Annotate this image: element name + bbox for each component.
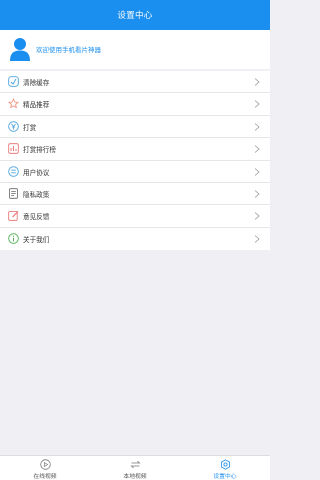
agreement-icon: [8, 165, 19, 177]
chevron-right-icon: [254, 100, 260, 109]
menu-item-clear-cache[interactable]: 清除缓存: [0, 71, 270, 94]
play-icon: [39, 459, 51, 470]
menu-item-agreement[interactable]: 用户协议: [0, 161, 270, 183]
feedback-icon: [8, 211, 19, 222]
swap-icon: [129, 460, 141, 469]
menu-item-recommend[interactable]: 精品推荐: [0, 93, 270, 116]
chevron-right-icon: [254, 234, 260, 243]
welcome-text: 欢迎使用手机看片神器: [36, 46, 101, 54]
recommend-icon: [8, 98, 19, 109]
menu-item-label: 精品推荐: [23, 101, 50, 110]
page-title: 设置中心: [117, 11, 153, 21]
reward-icon: [8, 121, 19, 132]
privacy-icon: [9, 188, 18, 199]
chevron-right-icon: [254, 190, 260, 198]
menu-item-label: 关于我们: [23, 235, 50, 244]
menu-item-label: 打赏: [23, 123, 37, 132]
chevron-right-icon: [254, 167, 260, 176]
profile-card[interactable]: 欢迎使用手机看片神器: [0, 30, 270, 69]
tab-label: 设置中心: [213, 474, 237, 480]
bottom-tab-bar: 在线视频 本地视频 设置中心: [0, 455, 270, 480]
menu-item-label: 意见反馈: [23, 213, 50, 222]
menu-item-privacy[interactable]: 隐私政策: [0, 183, 270, 206]
tab-settings[interactable]: 设置中心: [180, 456, 270, 480]
tab-local-video[interactable]: 本地视频: [90, 456, 180, 480]
menu-item-label: 用户协议: [23, 168, 50, 177]
tab-label: 本地视频: [123, 474, 147, 480]
menu-item-label: 隐私政策: [23, 190, 50, 199]
header-bar: 设置中心: [0, 0, 270, 30]
chevron-right-icon: [254, 212, 260, 221]
menu-item-feedback[interactable]: 意见反馈: [0, 205, 270, 228]
menu-item-label: 打赏排行榜: [23, 146, 56, 155]
ranking-icon: [8, 143, 19, 154]
tab-label: 在线视频: [33, 474, 57, 480]
menu-item-label: 清除缓存: [23, 79, 50, 87]
avatar-icon: [10, 38, 30, 61]
chevron-right-icon: [254, 78, 260, 86]
menu-item-ranking[interactable]: 打赏排行榜: [0, 138, 270, 161]
chevron-right-icon: [254, 122, 260, 131]
about-icon: [8, 232, 19, 244]
menu-item-reward[interactable]: 打赏: [0, 116, 270, 139]
settings-menu: 清除缓存 精品推荐 打赏 打赏排行榜 用户协议 隐私政策 意见反馈 关于我们: [0, 71, 270, 251]
chevron-right-icon: [254, 145, 260, 153]
clear-cache-icon: [8, 76, 19, 87]
gear-icon: [220, 459, 230, 470]
tab-online-video[interactable]: 在线视频: [0, 456, 90, 480]
menu-item-about[interactable]: 关于我们: [0, 228, 270, 250]
